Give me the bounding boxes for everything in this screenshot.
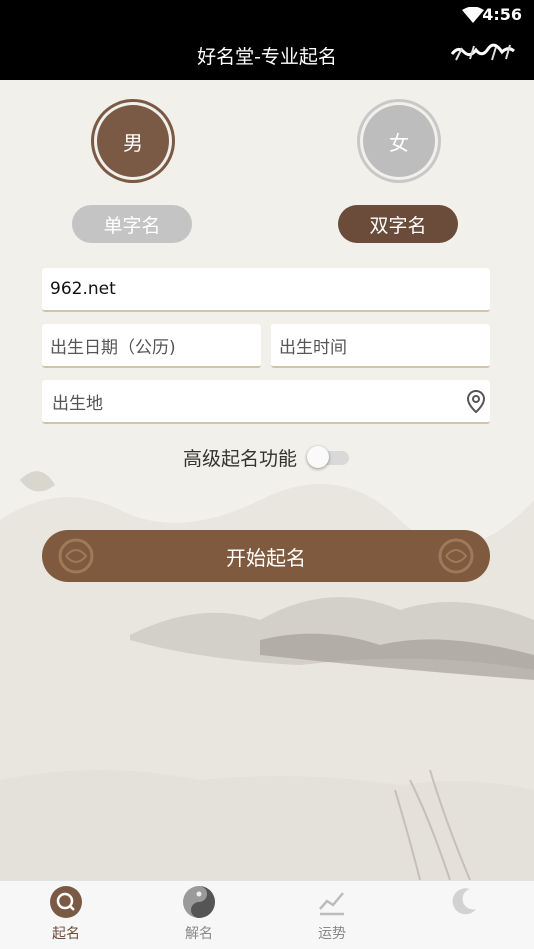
start-naming-button[interactable]: 开始起名	[42, 530, 490, 582]
tab-more[interactable]	[425, 885, 505, 945]
status-bar: 4:56	[0, 0, 534, 30]
surname-value: 962.net	[50, 279, 116, 299]
surname-input[interactable]: 962.net	[42, 268, 490, 312]
start-naming-label: 开始起名	[226, 545, 306, 570]
main-content: 男 女 单字名 双字名 962.net 出生日期（公历) 出生时间 出生地 高级…	[0, 80, 534, 880]
male-option[interactable]: 男	[97, 105, 169, 177]
tab-interpret[interactable]: 解名	[159, 885, 239, 945]
moon-mark-icon	[452, 888, 476, 915]
tab-naming-label: 起名	[52, 926, 80, 942]
ink-landscape-background	[0, 471, 534, 880]
wifi-icon	[462, 7, 484, 23]
title-bar: 好名堂-专业起名	[0, 30, 534, 80]
trend-chart-icon	[319, 892, 344, 916]
advanced-naming-toggle[interactable]	[307, 445, 351, 469]
toggle-knob	[307, 446, 329, 468]
ornament-icon	[438, 538, 474, 574]
female-option[interactable]: 女	[363, 105, 435, 177]
double-char-name-button[interactable]: 双字名	[338, 205, 458, 243]
birth-date-placeholder: 出生日期（公历)	[50, 337, 176, 358]
tab-interpret-label: 解名	[185, 926, 213, 942]
birth-place-field[interactable]: 出生地	[42, 380, 490, 424]
ornament-icon	[58, 538, 94, 574]
location-pin-icon[interactable]	[466, 390, 486, 414]
status-time: 4:56	[482, 5, 522, 24]
search-seal-icon	[50, 886, 82, 918]
calligraphy-logo-icon	[450, 43, 515, 61]
tab-fortune[interactable]: 运势	[292, 885, 372, 945]
advanced-naming-row: 高级起名功能	[0, 442, 534, 472]
tab-naming[interactable]: 起名	[26, 885, 106, 945]
bottom-tab-bar: 起名 解名 运势	[0, 880, 534, 949]
birth-time-placeholder: 出生时间	[279, 337, 347, 358]
yin-yang-icon	[183, 886, 215, 918]
tab-fortune-label: 运势	[318, 926, 346, 942]
birth-date-field[interactable]: 出生日期（公历)	[42, 324, 261, 368]
single-char-name-button[interactable]: 单字名	[72, 205, 192, 243]
birth-time-field[interactable]: 出生时间	[271, 324, 490, 368]
birth-place-placeholder: 出生地	[52, 393, 103, 414]
advanced-naming-label: 高级起名功能	[182, 447, 297, 470]
